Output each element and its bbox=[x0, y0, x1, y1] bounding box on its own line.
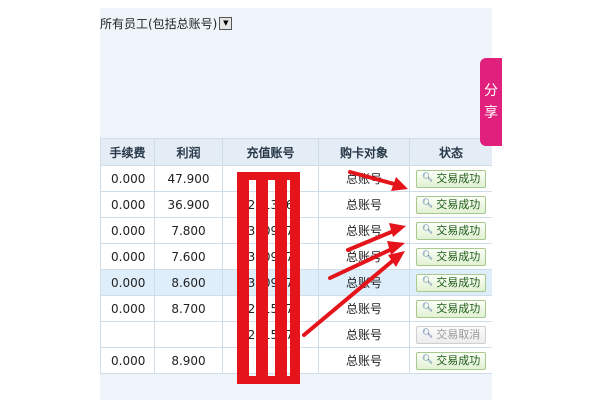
arrow-line bbox=[348, 170, 400, 187]
arrow-head bbox=[391, 177, 408, 191]
annotation-arrows bbox=[302, 170, 400, 337]
annotation-overlay bbox=[237, 170, 408, 384]
redaction-bar bbox=[290, 176, 300, 384]
redaction-bars bbox=[237, 172, 300, 384]
redaction-bar bbox=[237, 172, 300, 180]
redaction-bar bbox=[256, 176, 268, 384]
redaction-bar bbox=[237, 376, 300, 384]
arrow-head bbox=[389, 223, 406, 237]
arrow-line bbox=[328, 246, 396, 280]
annotation-arrowheads bbox=[387, 177, 408, 267]
redaction-bar bbox=[275, 176, 287, 384]
redaction-bar bbox=[237, 176, 249, 384]
